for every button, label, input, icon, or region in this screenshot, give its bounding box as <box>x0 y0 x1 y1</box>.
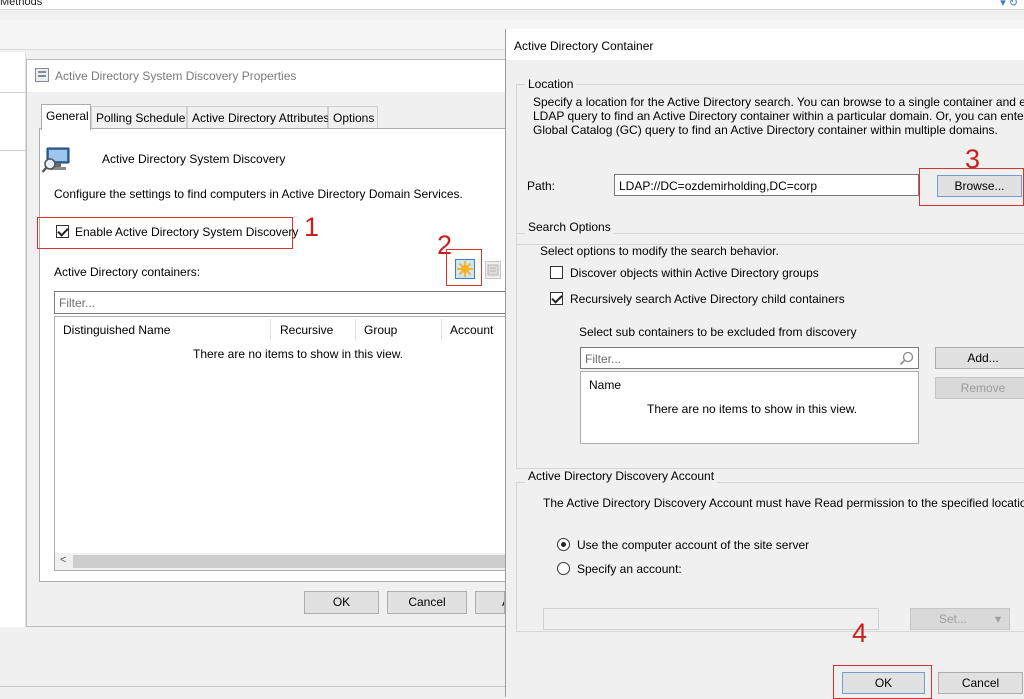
empty-list-text: There are no items to show in this view. <box>193 347 404 361</box>
recursive-search-checkbox[interactable] <box>550 292 563 305</box>
recursive-search-label: Recursively search Active Directory chil… <box>570 292 845 306</box>
annotation-number-1: 1 <box>304 212 320 242</box>
ad-container-dialog: Active Directory Container Location Spec… <box>505 29 1024 699</box>
tab-active-directory-attributes[interactable]: Active Directory Attributes <box>187 106 329 128</box>
ad-container-titlebar: Active Directory Container <box>506 29 1024 60</box>
discover-groups-label: Discover objects within Active Directory… <box>570 266 819 280</box>
exclude-filter-input[interactable]: Filter... <box>580 347 919 369</box>
properties-icon <box>487 264 499 276</box>
path-input[interactable]: LDAP://DC=ozdemirholding,DC=corp <box>614 174 919 196</box>
enable-discovery-label: Enable Active Directory System Discovery <box>75 225 299 239</box>
enable-discovery-checkbox[interactable] <box>56 225 69 238</box>
dialog-icon <box>35 68 49 82</box>
column-header-recursive[interactable]: Recursive <box>280 323 333 337</box>
column-header-account[interactable]: Account <box>450 323 493 337</box>
discovery-computer-icon <box>41 147 70 173</box>
use-computer-account-label: Use the computer account of the site ser… <box>577 538 810 552</box>
properties-dialog: Active Directory System Discovery Proper… <box>26 59 509 627</box>
location-description-line-3: Global Catalog (GC) query to find an Act… <box>533 123 998 137</box>
background-app-title: Methods <box>0 0 43 8</box>
horizontal-scrollbar[interactable]: < <box>55 553 507 570</box>
containers-filter-input[interactable]: Filter... <box>54 291 507 314</box>
new-sparkle-icon <box>457 261 473 277</box>
divider <box>0 150 26 151</box>
discover-groups-checkbox[interactable] <box>550 266 563 279</box>
column-divider <box>441 319 442 341</box>
ad-container-ok-button[interactable]: OK <box>842 672 925 694</box>
background-app-navigation <box>0 52 26 627</box>
exclude-containers-list[interactable]: Name There are no items to show in this … <box>580 371 919 444</box>
exclude-containers-label: Select sub containers to be excluded fro… <box>579 325 857 339</box>
location-description-line-2: LDAP query to find an Active Directory c… <box>533 109 1024 123</box>
column-header-name[interactable]: Name <box>589 378 621 392</box>
use-computer-account-radio[interactable] <box>557 538 570 551</box>
search-icon[interactable] <box>899 351 914 366</box>
exclude-filter-placeholder: Filter... <box>585 352 622 366</box>
set-account-label: Set... <box>939 612 968 626</box>
scrollbar-thumb[interactable] <box>73 555 507 568</box>
path-value: LDAP://DC=ozdemirholding,DC=corp <box>619 179 818 193</box>
path-label: Path: <box>527 179 556 193</box>
ad-container-cancel-button[interactable]: Cancel <box>938 672 1023 694</box>
scroll-left-icon[interactable]: < <box>60 554 66 566</box>
column-divider <box>270 319 271 341</box>
refresh-icon[interactable]: ▾ ↻ <box>1000 0 1018 9</box>
add-container-button[interactable]: Add... <box>935 347 1024 369</box>
properties-apply-button[interactable]: A <box>475 591 505 614</box>
column-divider <box>355 319 356 341</box>
header-text: Active Directory System Discovery <box>102 152 286 166</box>
search-options-description: Select options to modify the search beha… <box>540 244 779 258</box>
containers-list[interactable]: Distinguished Name Recursive Group Accou… <box>54 316 507 571</box>
properties-ok-button[interactable]: OK <box>304 591 379 614</box>
background-app-titlebar: Methods ▾ ↻ <box>0 0 1024 10</box>
column-header-distinguished-name[interactable]: Distinguished Name <box>63 323 170 337</box>
search-options-group-label: Search Options <box>525 220 614 234</box>
browse-button[interactable]: Browse... <box>937 175 1022 197</box>
specify-account-radio[interactable] <box>557 562 570 575</box>
new-container-button[interactable] <box>455 259 475 279</box>
properties-dialog-titlebar: Active Directory System Discovery Proper… <box>27 60 507 92</box>
location-description-line-1: Specify a location for the Active Direct… <box>533 95 1024 109</box>
description-text: Configure the settings to find computers… <box>54 187 463 201</box>
set-account-button[interactable]: Set... ▾ <box>910 608 1010 630</box>
account-name-input[interactable] <box>543 608 879 630</box>
filter-placeholder: Filter... <box>59 296 96 310</box>
tab-options[interactable]: Options <box>328 106 378 128</box>
properties-cancel-button[interactable]: Cancel <box>387 591 467 614</box>
tab-polling-schedule[interactable]: Polling Schedule <box>91 106 187 128</box>
divider <box>0 92 26 93</box>
containers-label: Active Directory containers: <box>54 265 201 279</box>
location-group-label: Location <box>525 77 577 91</box>
exclude-empty-text: There are no items to show in this view. <box>647 402 858 416</box>
annotation-number-4: 4 <box>852 618 868 648</box>
remove-container-button[interactable]: Remove <box>935 377 1024 399</box>
column-header-group[interactable]: Group <box>364 323 397 337</box>
discovery-account-group-label: Active Directory Discovery Account <box>525 469 718 483</box>
container-properties-button[interactable] <box>485 261 501 279</box>
tab-general[interactable]: General <box>41 104 91 130</box>
specify-account-label: Specify an account: <box>577 562 682 576</box>
ad-container-title: Active Directory Container <box>514 39 654 53</box>
chevron-down-icon: ▾ <box>994 612 1001 626</box>
properties-dialog-title: Active Directory System Discovery Proper… <box>55 69 297 83</box>
discovery-account-description: The Active Directory Discovery Account m… <box>543 496 1024 510</box>
